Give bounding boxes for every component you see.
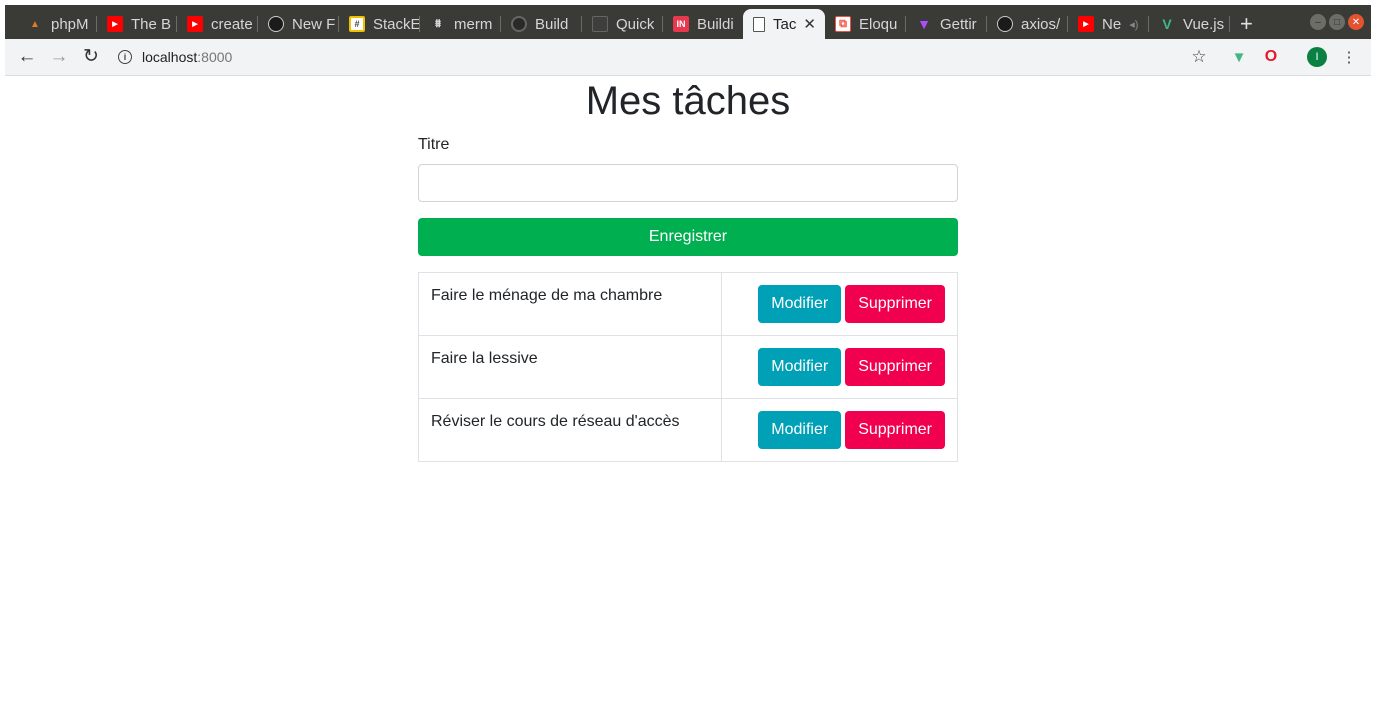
youtube-icon: ▶ bbox=[1078, 16, 1094, 32]
tab-title: Build bbox=[535, 15, 569, 33]
tab-title: axios/ bbox=[1021, 15, 1061, 33]
laravel-icon: ⧉ bbox=[835, 16, 851, 32]
browser-tab[interactable]: ▶ The B bbox=[97, 9, 177, 39]
table-row: Faire le ménage de ma chambre Modifier Su… bbox=[418, 272, 958, 336]
close-tab-icon[interactable]: ✕ bbox=[803, 15, 816, 33]
mermaid-icon: ⩩ bbox=[435, 17, 441, 30]
browser-tab[interactable]: ▼ Gettir bbox=[906, 9, 987, 39]
tab-title: Gettir bbox=[940, 15, 977, 33]
stackedit-icon: # bbox=[349, 16, 365, 32]
bookmark-star-icon[interactable]: ☆ bbox=[1189, 47, 1209, 67]
url-port: :8000 bbox=[197, 49, 233, 65]
save-button[interactable]: Enregistrer bbox=[418, 218, 958, 256]
address-bar[interactable]: i localhost:8000 bbox=[118, 46, 232, 68]
tab-title: New F bbox=[292, 15, 336, 33]
task-actions: Modifier Supprimer bbox=[721, 272, 958, 336]
phpmyadmin-icon: ▲ bbox=[30, 18, 40, 30]
delete-button[interactable]: Supprimer bbox=[845, 285, 945, 323]
browser-tab[interactable]: V Vue.js bbox=[1149, 9, 1230, 39]
youtube-icon: ▶ bbox=[107, 16, 123, 32]
close-window-button[interactable]: ✕ bbox=[1348, 14, 1364, 30]
edit-button[interactable]: Modifier bbox=[758, 411, 842, 449]
page-icon bbox=[753, 16, 765, 32]
browser-tab[interactable]: ⧉ Eloqu bbox=[825, 9, 906, 39]
profile-avatar[interactable]: I bbox=[1307, 47, 1327, 67]
tab-title: StackE bbox=[373, 15, 420, 33]
tab-title: Buildi bbox=[697, 15, 734, 33]
title-label: Titre bbox=[418, 136, 450, 153]
browser-tab[interactable]: # StackE bbox=[339, 9, 420, 39]
maximize-window-button[interactable]: □ bbox=[1329, 14, 1345, 30]
edit-button[interactable]: Modifier bbox=[758, 348, 842, 386]
browser-tab[interactable]: IN Buildi bbox=[663, 9, 743, 39]
minimize-window-button[interactable]: – bbox=[1310, 14, 1326, 30]
reload-icon[interactable]: ↻ bbox=[80, 46, 102, 68]
browser-tab-strip: ▲ phpM ▶ The B ▶ create New F # StackE ⩩… bbox=[5, 5, 1371, 39]
task-name: Réviser le cours de réseau d'accès bbox=[418, 398, 722, 462]
browser-tab[interactable]: ▶ Ne ◂) bbox=[1068, 9, 1149, 39]
audio-icon: ◂) bbox=[1129, 18, 1139, 31]
edit-button[interactable]: Modifier bbox=[758, 285, 842, 323]
page-content: Mes tâches Titre Enregistrer Faire le mé… bbox=[418, 78, 958, 462]
browser-tab[interactable]: New F bbox=[258, 9, 339, 39]
tab-title: create bbox=[211, 15, 253, 33]
in-icon: IN bbox=[673, 16, 689, 32]
tab-title: Quick bbox=[616, 15, 655, 33]
vue-icon: V bbox=[1162, 16, 1172, 32]
browser-toolbar: ← → ↻ i localhost:8000 ☆ ▼ O I ⋮ bbox=[5, 39, 1371, 76]
task-name: Faire la lessive bbox=[418, 335, 722, 399]
vue-devtools-icon[interactable]: ▼ bbox=[1229, 47, 1249, 67]
tab-title: The B bbox=[131, 15, 172, 33]
back-icon[interactable]: ← bbox=[16, 46, 38, 68]
tab-title: Tac bbox=[773, 15, 797, 33]
vite-icon: ▼ bbox=[917, 16, 931, 32]
title-input[interactable] bbox=[418, 164, 958, 202]
site-info-icon[interactable]: i bbox=[118, 50, 132, 64]
tab-title: Eloqu bbox=[859, 15, 898, 33]
github-icon bbox=[268, 16, 284, 32]
browser-tab[interactable]: axios/ bbox=[987, 9, 1068, 39]
tab-title: merm bbox=[454, 15, 493, 33]
browser-tab[interactable]: ▲ phpM bbox=[17, 9, 97, 39]
browser-tab[interactable]: ▶ create bbox=[177, 9, 258, 39]
table-row: Réviser le cours de réseau d'accès Modif… bbox=[418, 398, 958, 462]
forward-icon[interactable]: → bbox=[48, 46, 70, 68]
browser-tab[interactable]: Quick bbox=[582, 9, 663, 39]
tab-title: Vue.js bbox=[1183, 15, 1225, 33]
browser-tab-active[interactable]: Tac ✕ bbox=[743, 9, 825, 39]
task-actions: Modifier Supprimer bbox=[721, 398, 958, 462]
menu-kebab-icon[interactable]: ⋮ bbox=[1339, 47, 1359, 67]
task-table: Faire le ménage de ma chambre Modifier Su… bbox=[418, 272, 958, 462]
opera-extension-icon[interactable]: O bbox=[1261, 47, 1281, 67]
github-icon bbox=[997, 16, 1013, 32]
page-title: Mes tâches bbox=[585, 79, 791, 123]
new-tab-button[interactable]: + bbox=[1240, 13, 1253, 35]
table-row: Faire la lessive Modifier Supprimer bbox=[418, 335, 958, 399]
delete-button[interactable]: Supprimer bbox=[845, 348, 945, 386]
build-icon bbox=[511, 16, 527, 32]
delete-button[interactable]: Supprimer bbox=[845, 411, 945, 449]
browser-tab[interactable]: Build bbox=[501, 9, 582, 39]
task-name: Faire le ménage de ma chambre bbox=[418, 272, 722, 336]
browser-tab[interactable]: ⩩ merm bbox=[420, 9, 501, 39]
document-icon bbox=[592, 16, 608, 32]
url-host: localhost bbox=[142, 49, 198, 65]
tab-title: Ne bbox=[1102, 15, 1122, 33]
task-actions: Modifier Supprimer bbox=[721, 335, 958, 399]
youtube-icon: ▶ bbox=[187, 16, 203, 32]
tab-title: phpM bbox=[51, 15, 89, 33]
